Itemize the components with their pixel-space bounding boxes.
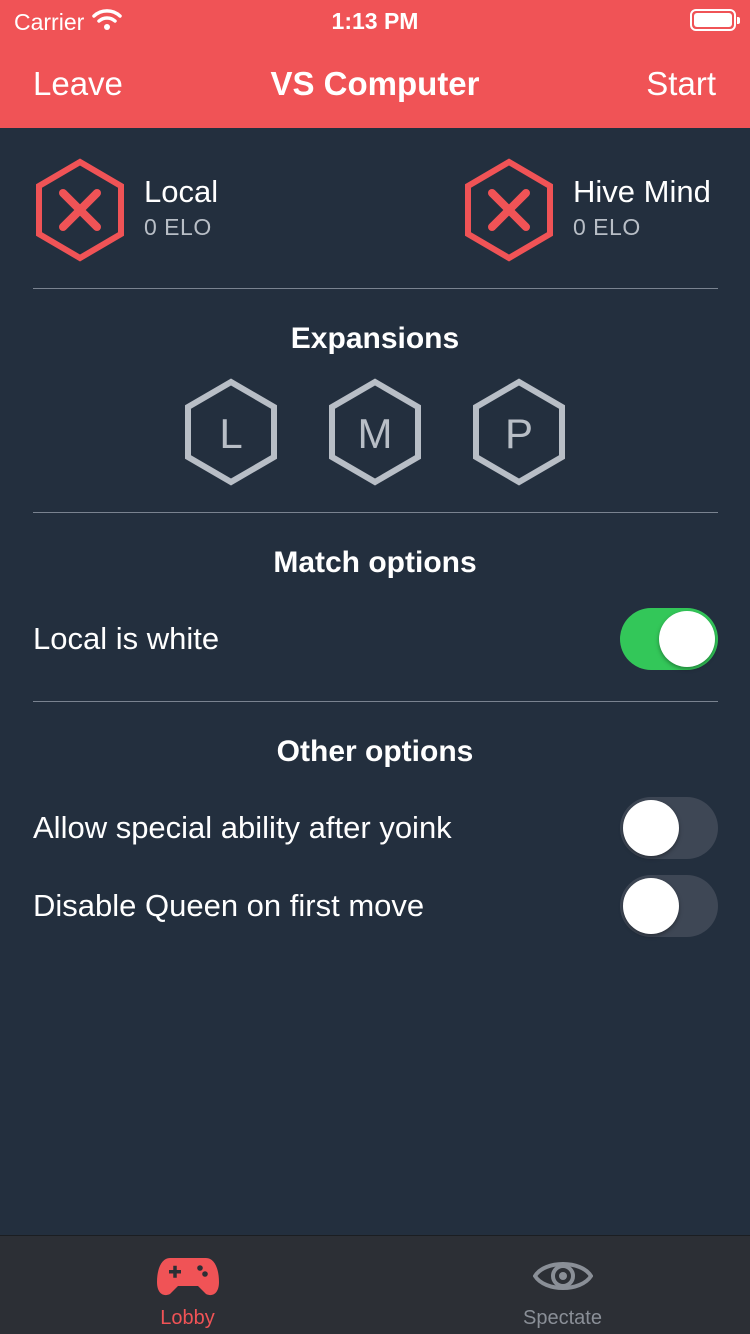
player-elo: 0 ELO <box>144 214 212 240</box>
eye-icon <box>375 1254 750 1298</box>
option-label-local-white: Local is white <box>33 621 220 656</box>
player-name: Local <box>144 174 219 209</box>
navigation-header: Carrier 1:13 PM Leave VS Computer Start <box>0 0 750 128</box>
option-label-disable-queen: Disable Queen on first move <box>33 888 425 923</box>
tab-spectate[interactable]: Spectate <box>375 1236 750 1334</box>
expansions-title: Expansions <box>290 322 460 355</box>
start-button[interactable]: Start <box>646 64 716 104</box>
expansion-pillbug-button[interactable]: P <box>470 377 568 487</box>
expansion-letter: M <box>358 410 393 457</box>
expansion-letter: L <box>219 410 242 457</box>
toggle-knob <box>623 878 679 934</box>
player-name: Hive Mind <box>573 174 711 209</box>
disable-queen-toggle[interactable] <box>620 875 718 937</box>
player-elo: 0 ELO <box>573 214 641 240</box>
expansion-letter: P <box>505 410 533 457</box>
battery-icon <box>690 9 740 31</box>
toggle-knob <box>623 800 679 856</box>
expansion-mosquito-button[interactable]: M <box>326 377 424 487</box>
divider <box>33 701 718 702</box>
tab-label: Spectate <box>523 1307 602 1329</box>
status-bar: Carrier 1:13 PM <box>0 0 750 40</box>
divider <box>33 288 718 289</box>
divider <box>33 512 718 513</box>
option-label-special-ability: Allow special ability after yoink <box>33 810 452 845</box>
player-local: Local 0 ELO <box>33 158 293 262</box>
special-ability-toggle[interactable] <box>620 797 718 859</box>
tab-label: Lobby <box>160 1307 215 1329</box>
expansions-row: L M P <box>182 377 568 487</box>
tab-bar: Lobby Spectate <box>0 1235 750 1334</box>
toggle-knob <box>659 611 715 667</box>
local-is-white-toggle[interactable] <box>620 608 718 670</box>
player-not-ready-icon <box>462 158 556 262</box>
tab-lobby[interactable]: Lobby <box>0 1236 375 1334</box>
player-opponent: Hive Mind 0 ELO <box>462 158 722 262</box>
page-title: VS Computer <box>270 65 480 102</box>
status-time: 1:13 PM <box>331 8 419 34</box>
match-options-title: Match options <box>273 546 477 579</box>
expansion-ladybug-button[interactable]: L <box>182 377 280 487</box>
other-options-title: Other options <box>276 735 474 768</box>
player-not-ready-icon <box>33 158 127 262</box>
gamepad-icon <box>0 1254 375 1298</box>
